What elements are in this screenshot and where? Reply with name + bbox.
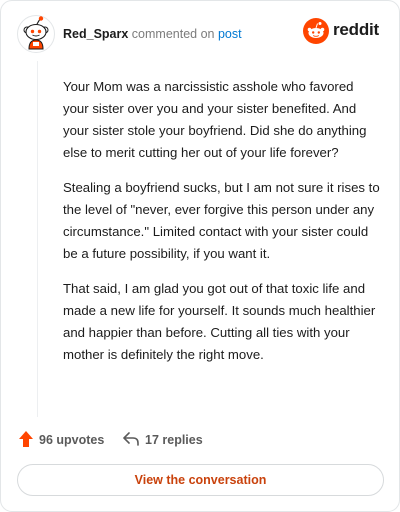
comment-header: Red_Sparx commented on post reddit — [17, 15, 383, 55]
thread-line — [37, 61, 38, 417]
reddit-logo[interactable]: reddit — [303, 18, 383, 44]
post-link[interactable]: post — [218, 27, 242, 41]
replies-button[interactable]: 17 replies — [123, 429, 203, 451]
reddit-wordmark: reddit — [333, 20, 380, 39]
upvotes-count: 96 upvotes — [39, 433, 105, 447]
reply-arrow-icon — [123, 431, 145, 449]
replies-count: 17 replies — [145, 433, 203, 447]
comment-byline: Red_Sparx commented on post — [63, 27, 242, 41]
comment-paragraph: That said, I am glad you got out of that… — [63, 281, 376, 362]
comment-paragraph: Your Mom was a narcissistic asshole who … — [63, 79, 367, 160]
comment-paragraph: Stealing a boyfriend sucks, but I am not… — [63, 180, 380, 261]
comment-actions: 96 upvotes 17 replies — [19, 429, 383, 451]
comment-body: Your Mom was a narcissistic asshole who … — [63, 76, 381, 379]
upvote-arrow-icon — [19, 430, 39, 450]
view-conversation-button[interactable]: View the conversation — [17, 464, 384, 496]
byline-action-text: commented on — [131, 27, 215, 41]
reddit-alien-icon — [303, 18, 329, 44]
comment-embed-card: Red_Sparx commented on post reddit Your … — [0, 0, 400, 512]
snoo-avatar-icon[interactable] — [17, 15, 55, 53]
username-link[interactable]: Red_Sparx — [63, 27, 128, 41]
upvotes-button[interactable]: 96 upvotes — [19, 429, 104, 451]
